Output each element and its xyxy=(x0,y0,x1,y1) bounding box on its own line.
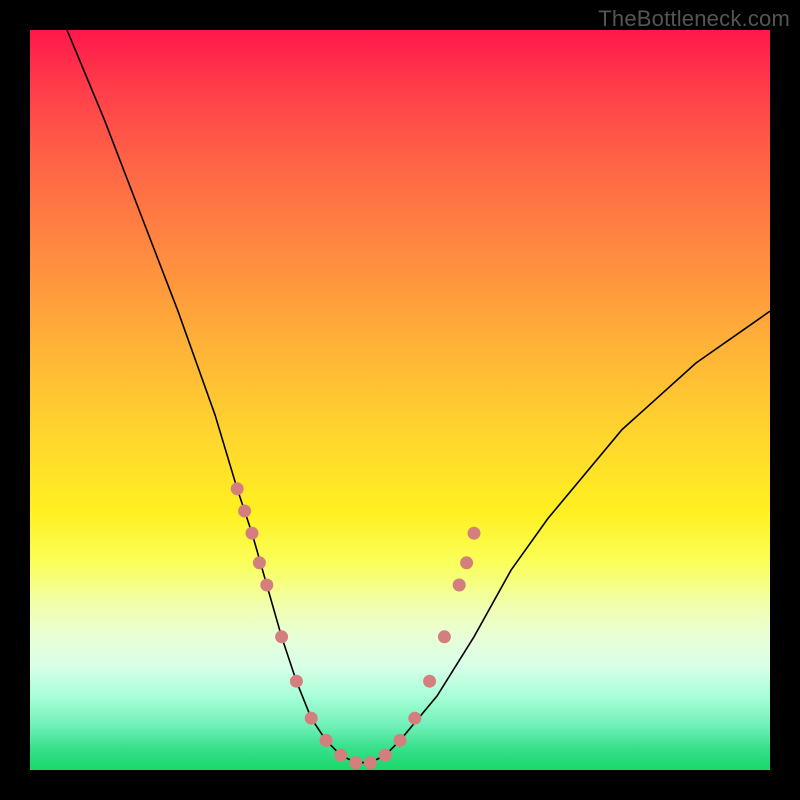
marker-dot xyxy=(350,757,362,769)
marker-dot xyxy=(253,557,265,569)
watermark-text: TheBottleneck.com xyxy=(598,6,790,32)
plot-area xyxy=(30,30,770,770)
marker-dot xyxy=(305,712,317,724)
bottleneck-curve xyxy=(67,30,770,763)
chart-svg xyxy=(30,30,770,770)
marker-dot xyxy=(453,579,465,591)
marker-dot xyxy=(438,631,450,643)
marker-dot xyxy=(461,557,473,569)
chart-stage: TheBottleneck.com xyxy=(0,0,800,800)
marker-dot xyxy=(239,505,251,517)
marker-dot xyxy=(335,749,347,761)
marker-dot xyxy=(409,712,421,724)
marker-dot xyxy=(261,579,273,591)
marker-dot xyxy=(276,631,288,643)
marker-dot xyxy=(320,734,332,746)
marker-dot xyxy=(246,527,258,539)
marker-dot xyxy=(379,749,391,761)
marker-dot xyxy=(468,527,480,539)
marker-dots xyxy=(231,483,480,769)
marker-dot xyxy=(231,483,243,495)
marker-dot xyxy=(290,675,302,687)
marker-dot xyxy=(424,675,436,687)
marker-dot xyxy=(394,734,406,746)
marker-dot xyxy=(364,757,376,769)
